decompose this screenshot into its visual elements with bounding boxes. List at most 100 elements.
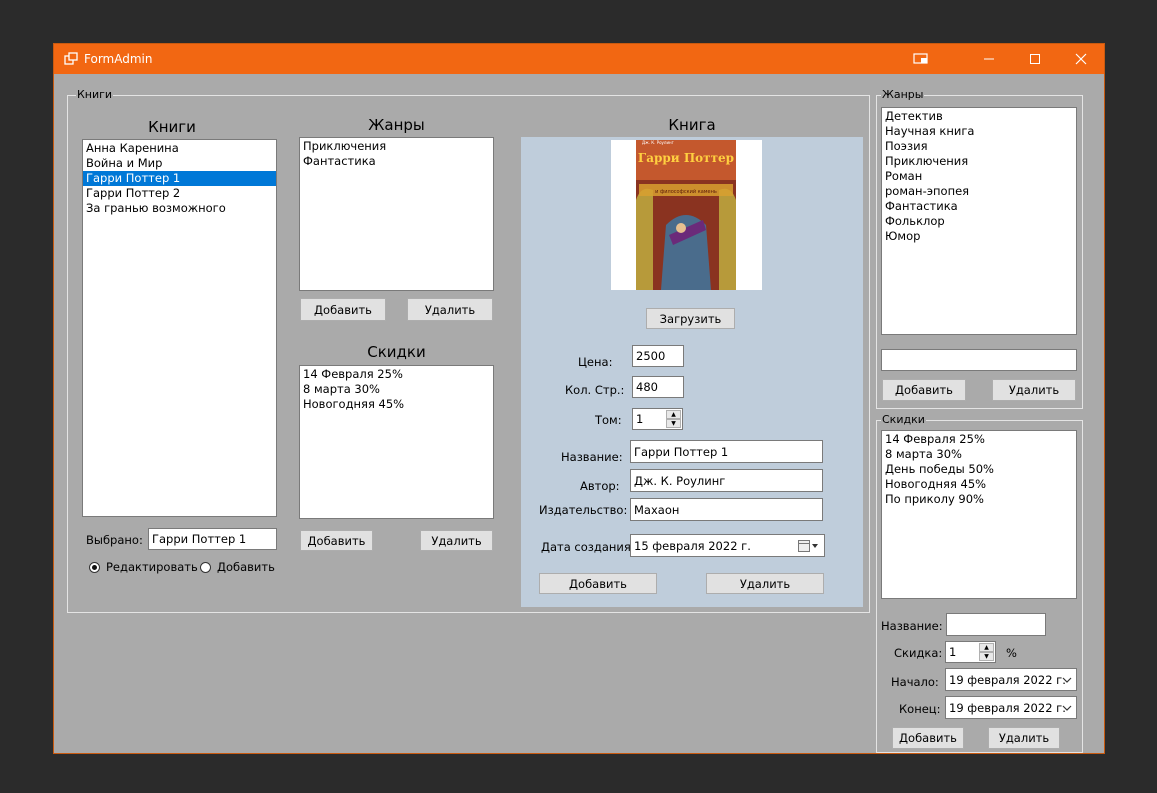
author-field[interactable]: Дж. К. Роулинг xyxy=(630,469,823,492)
list-item[interactable]: Гарри Поттер 2 xyxy=(83,186,276,201)
book-discounts-listbox[interactable]: 14 Февраля 25% 8 марта 30% Новогодняя 45% xyxy=(299,365,494,519)
list-item[interactable]: Приключения xyxy=(300,139,493,154)
list-item[interactable]: Роман xyxy=(882,169,1076,184)
book-genre-add-button[interactable]: Добавить xyxy=(300,298,386,321)
volume-spinner[interactable]: 1 ▲ ▼ xyxy=(632,408,683,430)
list-item[interactable]: Гарри Поттер 1 xyxy=(83,171,276,186)
list-item[interactable]: Научная книга xyxy=(882,124,1076,139)
publisher-field[interactable]: Махаон xyxy=(630,498,823,521)
upload-cover-button[interactable]: Загрузить xyxy=(646,308,735,329)
discount-name-field[interactable] xyxy=(946,613,1046,636)
end-date-picker[interactable]: 19 февраля 2022 г. xyxy=(945,696,1077,719)
spin-down-icon[interactable]: ▼ xyxy=(666,419,681,428)
publisher-label: Издательство: xyxy=(539,503,628,517)
spin-up-icon[interactable]: ▲ xyxy=(666,410,681,419)
pages-label: Кол. Стр.: xyxy=(565,383,625,397)
radio-unchecked-icon xyxy=(200,561,211,573)
created-label: Дата создания: xyxy=(541,540,635,554)
calendar-dropdown-icon[interactable] xyxy=(798,540,820,552)
list-item[interactable]: Детектив xyxy=(882,109,1076,124)
start-date-value: 19 февраля 2022 г. xyxy=(949,673,1066,687)
volume-value: 1 xyxy=(636,412,644,426)
spin-up-icon[interactable]: ▲ xyxy=(979,643,994,652)
book-discount-add-button[interactable]: Добавить xyxy=(300,530,373,551)
mode-edit-label: Редактировать xyxy=(106,560,198,574)
app-icon xyxy=(64,52,78,65)
discount-name-label: Название: xyxy=(881,619,943,633)
discount-value-spinner[interactable]: 1 ▲ ▼ xyxy=(945,641,996,663)
close-icon xyxy=(1075,53,1087,65)
list-item[interactable]: роман-эпопея xyxy=(882,184,1076,199)
book-genre-delete-button[interactable]: Удалить xyxy=(407,298,493,321)
list-item[interactable]: Фольклор xyxy=(882,214,1076,229)
list-item[interactable]: Анна Каренина xyxy=(83,141,276,156)
list-item[interactable]: 14 Февраля 25% xyxy=(300,367,493,382)
start-date-label: Начало: xyxy=(891,675,939,689)
selected-label: Выбрано: xyxy=(86,533,143,547)
discount-value-label: Скидка: xyxy=(894,646,943,660)
percent-sign: % xyxy=(1006,646,1017,660)
new-genre-field[interactable] xyxy=(881,349,1077,371)
end-date-value: 19 февраля 2022 г. xyxy=(949,701,1066,715)
price-label: Цена: xyxy=(578,355,613,369)
volume-label: Том: xyxy=(595,413,622,427)
list-item[interactable]: Фантастика xyxy=(882,199,1076,214)
all-genres-listbox[interactable]: Детектив Научная книга Поэзия Приключения Ро… xyxy=(881,107,1077,335)
book-cover-image: Дж. К. Роулинг Гарри Поттер и философски… xyxy=(611,140,762,290)
name-field[interactable]: Гарри Поттер 1 xyxy=(630,440,823,463)
spin-down-icon[interactable]: ▼ xyxy=(979,652,994,661)
created-date-picker[interactable]: 15 февраля 2022 г. xyxy=(630,534,825,557)
price-field[interactable]: 2500 xyxy=(632,345,684,367)
list-item[interactable]: По приколу 90% xyxy=(882,492,1076,507)
books-group-title: Книги xyxy=(76,88,114,102)
discount-delete-button[interactable]: Удалить xyxy=(988,727,1060,749)
list-item[interactable]: Новогодняя 45% xyxy=(882,477,1076,492)
list-item[interactable]: 14 Февраля 25% xyxy=(882,432,1076,447)
list-item[interactable]: День победы 50% xyxy=(882,462,1076,477)
book-delete-button[interactable]: Удалить xyxy=(706,573,824,594)
cast-icon xyxy=(913,53,928,64)
maximize-icon xyxy=(1030,54,1040,64)
close-button[interactable] xyxy=(1058,44,1104,74)
cover-top-text: Дж. К. Роулинг xyxy=(642,140,674,145)
created-date-value: 15 февраля 2022 г. xyxy=(634,539,751,553)
genre-add-button[interactable]: Добавить xyxy=(882,379,966,401)
mode-add-radio[interactable]: Добавить xyxy=(200,560,275,574)
start-date-picker[interactable]: 19 февраля 2022 г. xyxy=(945,668,1077,691)
chevron-down-icon[interactable] xyxy=(1062,704,1072,712)
title-bar[interactable]: FormAdmin xyxy=(54,44,1104,74)
cast-button[interactable] xyxy=(898,44,944,74)
all-discounts-listbox[interactable]: 14 Февраля 25% 8 марта 30% День победы 50%… xyxy=(881,430,1077,599)
cover-title-text: Гарри Поттер xyxy=(638,151,734,165)
list-item[interactable]: За гранью возможного xyxy=(83,201,276,216)
minimize-button[interactable] xyxy=(966,44,1012,74)
end-date-label: Конец: xyxy=(899,702,941,716)
pages-field[interactable]: 480 xyxy=(632,376,684,398)
cover-subtitle-text: и философский камень xyxy=(655,188,717,195)
book-genres-heading: Жанры xyxy=(368,116,425,134)
book-discount-delete-button[interactable]: Удалить xyxy=(420,530,493,551)
list-item[interactable]: Поэзия xyxy=(882,139,1076,154)
list-item[interactable]: Новогодняя 45% xyxy=(300,397,493,412)
mode-edit-radio[interactable]: Редактировать xyxy=(89,560,198,574)
discount-add-button[interactable]: Добавить xyxy=(892,727,964,749)
discount-value: 1 xyxy=(949,645,957,659)
list-item[interactable]: Юмор xyxy=(882,229,1076,244)
book-discounts-heading: Скидки xyxy=(367,343,426,361)
list-item[interactable]: Фантастика xyxy=(300,154,493,169)
book-add-button[interactable]: Добавить xyxy=(539,573,657,594)
maximize-button[interactable] xyxy=(1012,44,1058,74)
books-listbox[interactable]: Анна Каренина Война и Мир Гарри Поттер 1 Га… xyxy=(82,139,277,517)
list-item[interactable]: Приключения xyxy=(882,154,1076,169)
window-title: FormAdmin xyxy=(84,52,153,66)
client-area: Книги Книги Анна Каренина Война и Мир Гарр… xyxy=(54,74,1104,753)
discounts-group-title: Скидки xyxy=(881,413,926,427)
list-item[interactable]: 8 марта 30% xyxy=(882,447,1076,462)
selected-book-field[interactable]: Гарри Поттер 1 xyxy=(148,528,277,550)
book-genres-listbox[interactable]: Приключения Фантастика xyxy=(299,137,494,291)
chevron-down-icon[interactable] xyxy=(1062,676,1072,684)
genre-delete-button[interactable]: Удалить xyxy=(992,379,1076,401)
list-item[interactable]: 8 марта 30% xyxy=(300,382,493,397)
genres-group-title: Жанры xyxy=(881,88,925,102)
list-item[interactable]: Война и Мир xyxy=(83,156,276,171)
